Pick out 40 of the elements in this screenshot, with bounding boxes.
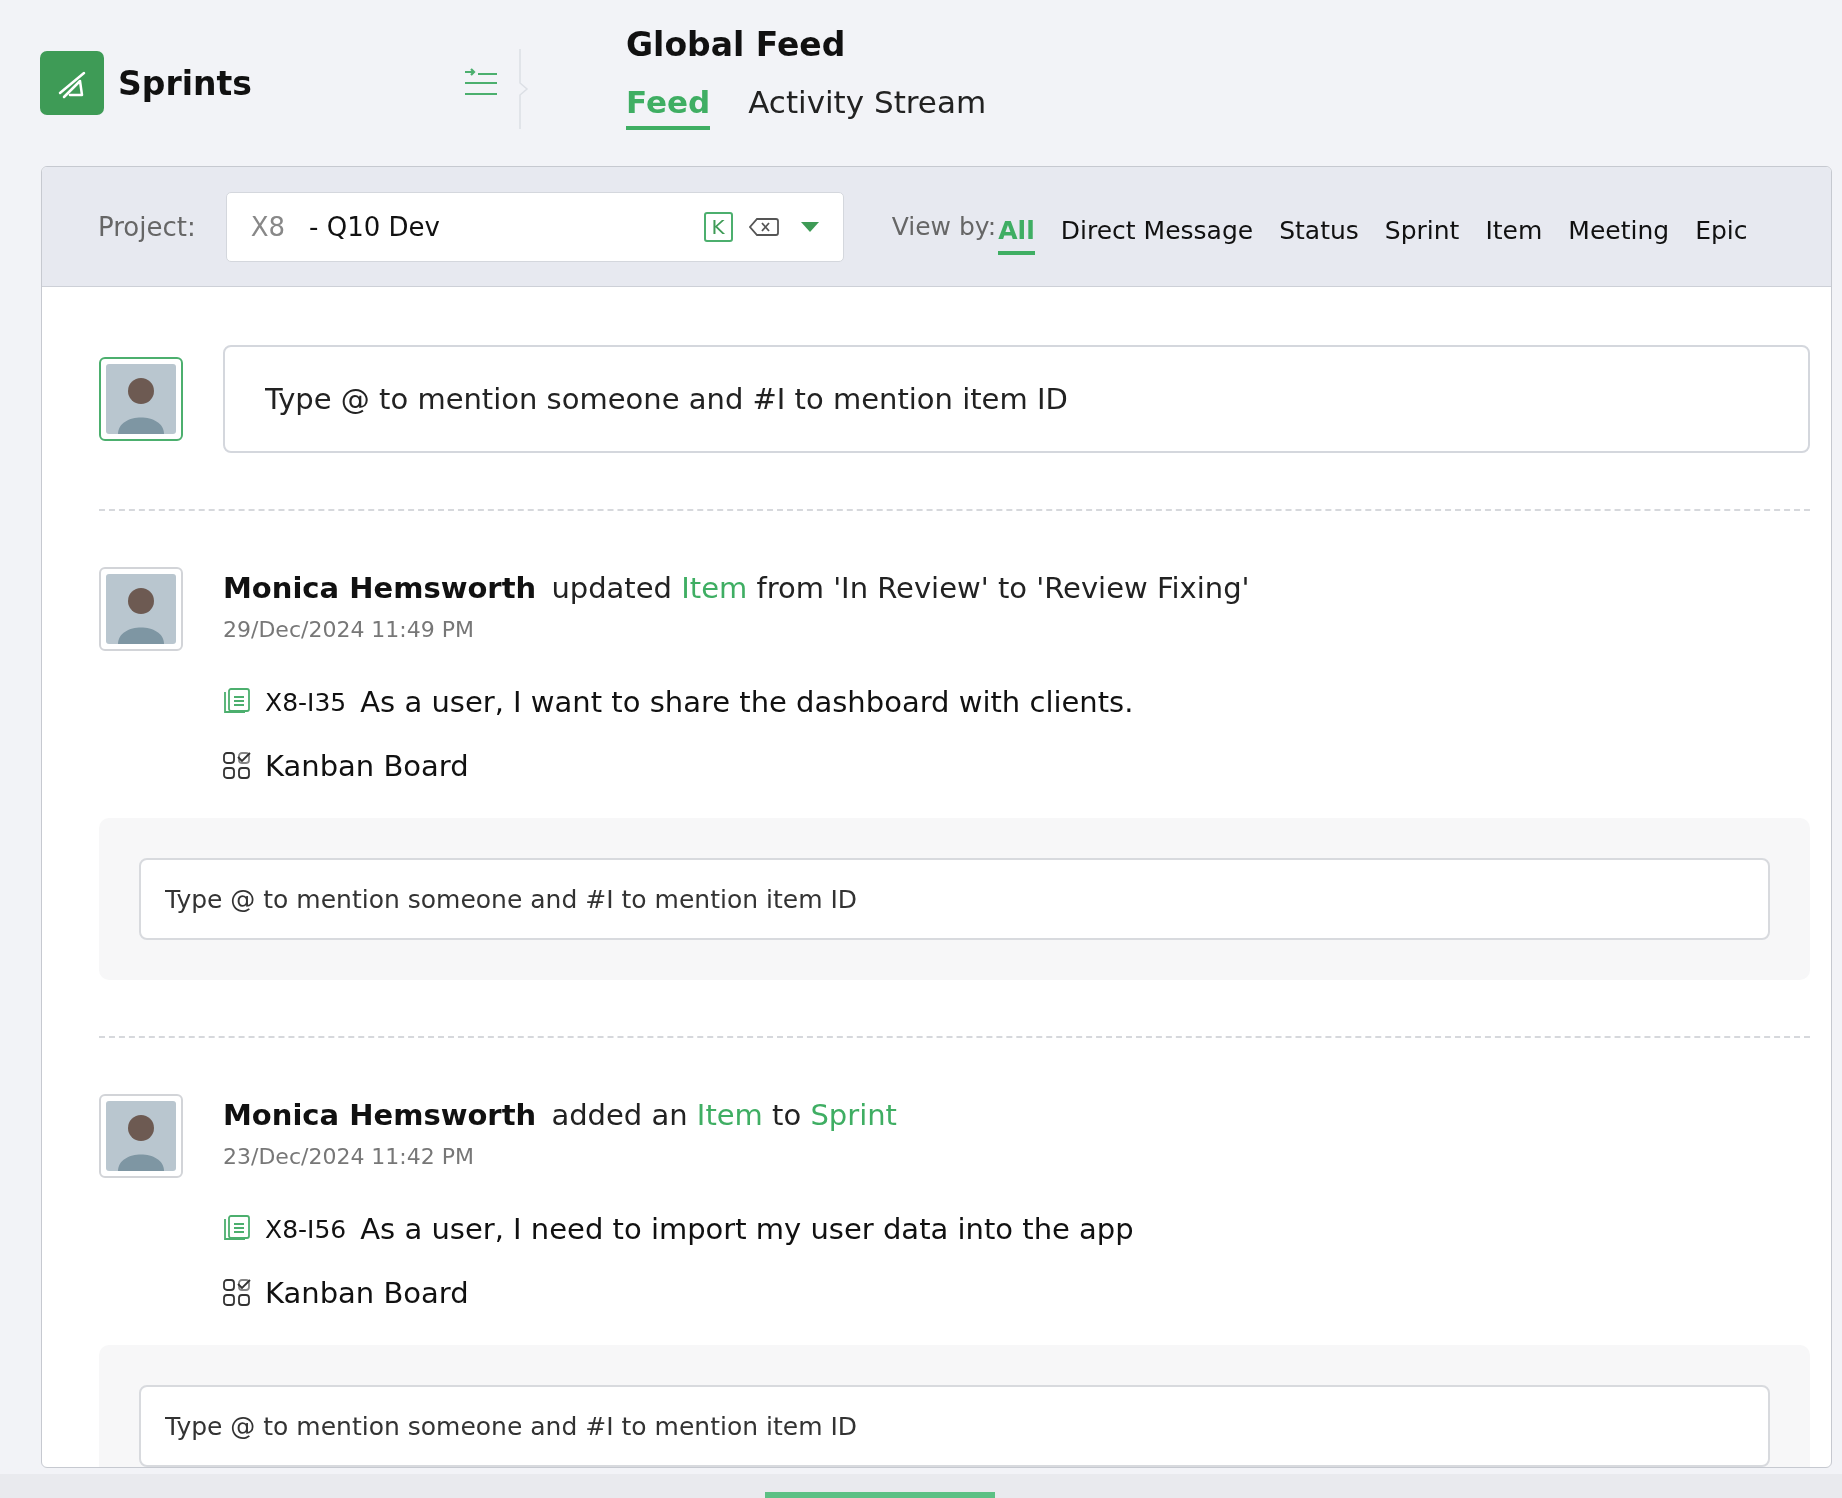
board-name[interactable]: Kanban Board [265,1276,469,1310]
tab[interactable]: Activity Stream [748,83,987,130]
item-title[interactable]: As a user, I need to import my user data into the app [360,1212,1134,1246]
view-filter-tab[interactable]: Epic [1695,208,1748,255]
person-silhouette-icon [106,1101,176,1171]
app-logo-icon [40,51,104,115]
indent-menu-icon [464,68,498,98]
document-icon [223,1215,251,1243]
project-dropdown[interactable]: X8 - Q10 Dev K [225,191,844,262]
item-id: X8-I35 [265,687,347,717]
view-filter-tab[interactable]: Status [1279,208,1359,255]
person-silhouette-icon [106,574,176,644]
page-title: Global Feed [626,24,847,64]
document-icon [223,688,251,716]
view-filter-tab[interactable]: Item [1485,208,1543,255]
app-name: Sprints [118,63,252,103]
project-label: Project: [98,211,196,242]
board-name[interactable]: Kanban Board [265,749,469,783]
comment-input-field[interactable]: Type @ to mention someone and #I to mention item ID [139,858,1770,940]
view-filter-tab[interactable]: Meeting [1568,208,1670,255]
board-grid-icon [223,1279,251,1307]
key-badge: K [703,211,733,242]
item-title[interactable]: As a user, I want to share the dashboard with clients. [360,685,1134,719]
activity-headline: Monica Hemsworth added an Item to Sprint [223,1097,898,1132]
item-id: X8-I56 [265,1214,347,1244]
view-filter-tab[interactable]: Sprint [1384,208,1460,255]
clear-icon[interactable] [748,216,779,237]
project-name: - Q10 Dev [309,211,441,242]
person-silhouette-icon [106,364,176,434]
dropdown-caret-icon[interactable] [800,221,819,232]
comment-input-field[interactable]: Type @ to mention someone and #I to mention item ID [139,1385,1770,1467]
view-by-label: View by: [891,212,997,241]
activity-headline: Monica Hemsworth updated Item from 'In Review' to 'Review Fixing' [223,570,1250,605]
timestamp: 23/Dec/2024 11:42 PM [223,1144,475,1169]
view-filter-tab[interactable]: Direct Message [1060,208,1254,255]
board-grid-icon [223,752,251,780]
timestamp: 29/Dec/2024 11:49 PM [223,617,475,642]
project-key: X8 [250,211,286,242]
horizontal-scrollbar[interactable] [0,1474,1842,1498]
post-input-field[interactable]: Type @ to mention someone and #I to mention item ID [223,345,1810,453]
